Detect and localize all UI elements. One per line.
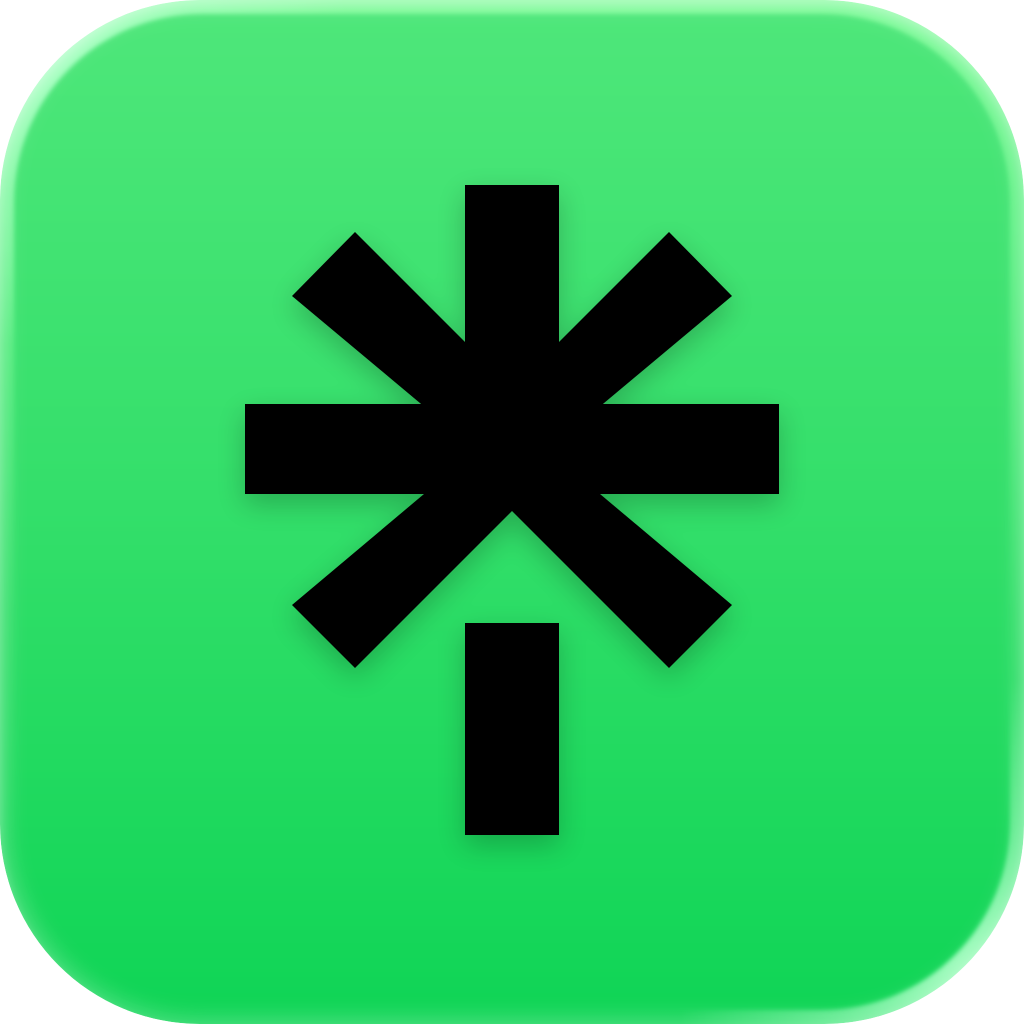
app-icon[interactable] — [0, 0, 1024, 1024]
asterisk-stem-bottom — [465, 623, 559, 835]
asterisk-logo-icon — [245, 185, 779, 845]
logo-mark — [245, 185, 779, 835]
